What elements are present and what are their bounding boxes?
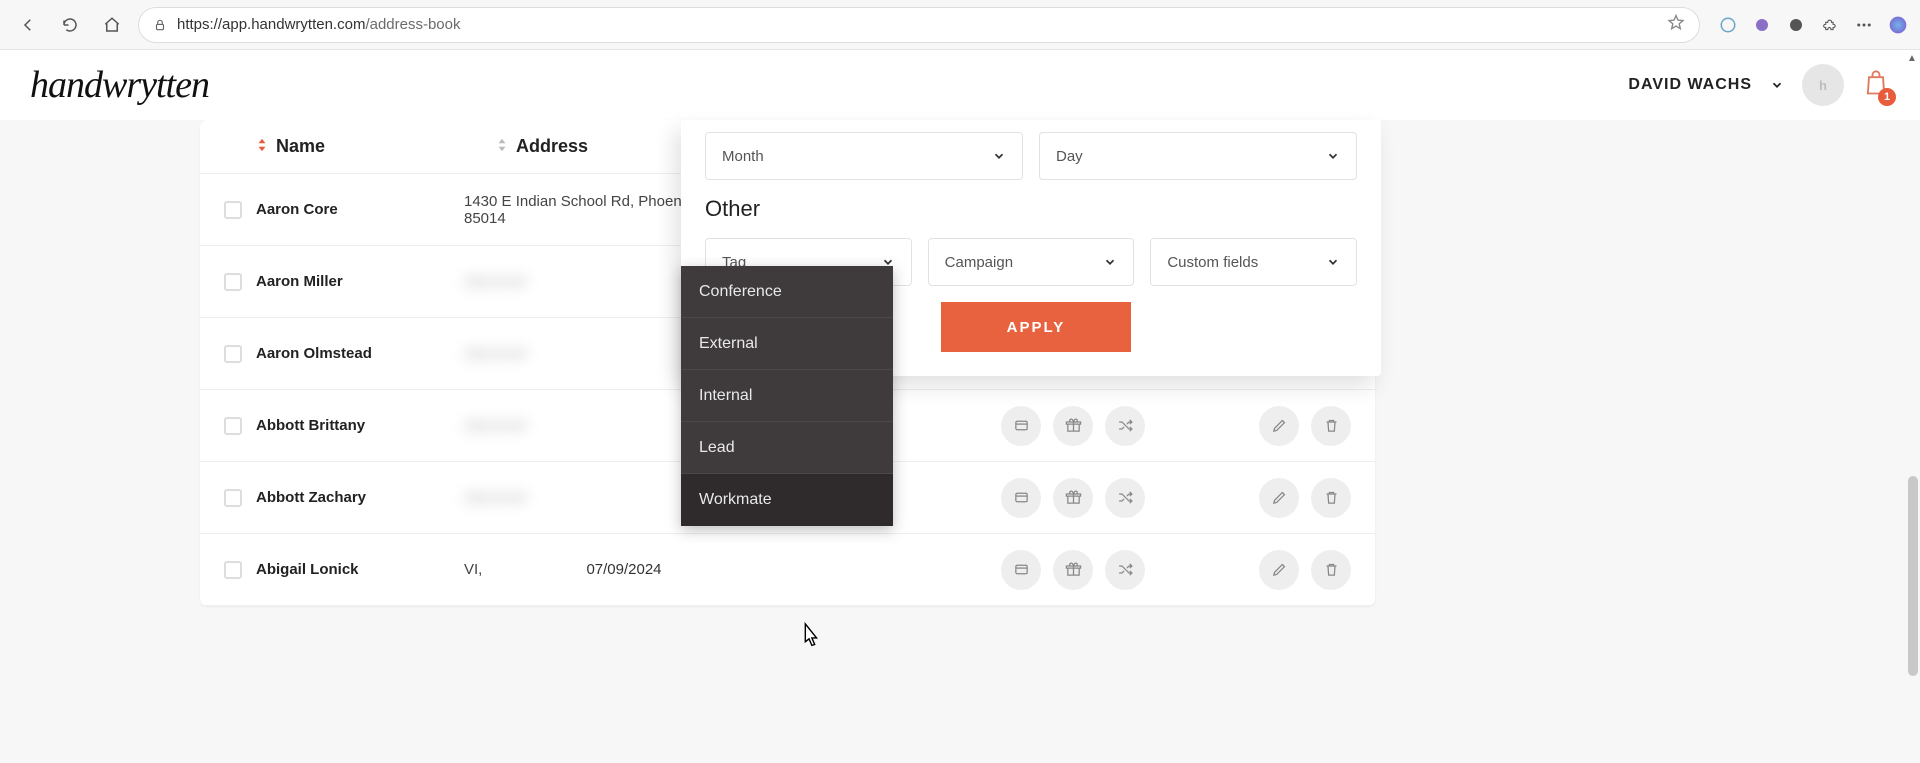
row-checkbox[interactable] (224, 417, 242, 435)
delete-action-icon[interactable] (1311, 406, 1351, 446)
contact-name: Abigail Lonick (256, 561, 464, 578)
campaign-label: Campaign (945, 254, 1013, 271)
delete-action-icon[interactable] (1311, 478, 1351, 518)
apply-button[interactable]: APPLY (941, 302, 1131, 352)
tag-option-internal[interactable]: Internal (681, 370, 893, 422)
edit-action-icon[interactable] (1259, 550, 1299, 590)
refresh-button[interactable] (54, 9, 86, 41)
user-menu-chevron-icon[interactable] (1770, 78, 1784, 92)
browser-toolbar: https://app.handwrytten.com/address-book (0, 0, 1920, 50)
card-action-icon[interactable] (1001, 550, 1041, 590)
contact-date: 07/09/2024 (544, 561, 704, 578)
extension-icon-1[interactable] (1718, 15, 1738, 35)
month-select[interactable]: Month (705, 132, 1023, 180)
chevron-down-icon (1326, 255, 1340, 269)
column-header-address[interactable]: Address (496, 136, 588, 157)
contact-address: VI, (464, 561, 544, 578)
url-host: https://app.handwrytten.com (177, 16, 365, 33)
contact-name: Abbott Zachary (256, 489, 464, 506)
delete-action-icon[interactable] (1311, 550, 1351, 590)
column-header-name[interactable]: Name (256, 136, 496, 157)
row-checkbox[interactable] (224, 345, 242, 363)
tag-option-lead[interactable]: Lead (681, 422, 893, 474)
url-path: /address-book (365, 16, 460, 33)
user-name: DAVID WACHS (1628, 76, 1752, 94)
chevron-down-icon (1326, 149, 1340, 163)
copilot-icon[interactable] (1888, 15, 1908, 35)
tag-option-conference[interactable]: Conference (681, 266, 893, 318)
month-label: Month (722, 148, 764, 165)
app-header: handwrytten DAVID WACHS h 1 (0, 50, 1920, 120)
sort-icon (256, 136, 268, 157)
shuffle-action-icon[interactable] (1105, 478, 1145, 518)
day-label: Day (1056, 148, 1083, 165)
edit-action-icon[interactable] (1259, 406, 1299, 446)
row-checkbox[interactable] (224, 201, 242, 219)
gift-action-icon[interactable] (1053, 550, 1093, 590)
day-select[interactable]: Day (1039, 132, 1357, 180)
shuffle-action-icon[interactable] (1105, 550, 1145, 590)
tag-option-external[interactable]: External (681, 318, 893, 370)
back-button[interactable] (12, 9, 44, 41)
card-action-icon[interactable] (1001, 406, 1041, 446)
scrollbar-thumb[interactable] (1908, 476, 1918, 676)
cart-button[interactable]: 1 (1862, 69, 1890, 102)
menu-dots-icon[interactable] (1854, 15, 1874, 35)
custom-fields-label: Custom fields (1167, 254, 1258, 271)
sort-icon (496, 136, 508, 157)
contact-name: Aaron Olmstead (256, 345, 464, 362)
campaign-select[interactable]: Campaign (928, 238, 1135, 286)
avatar[interactable]: h (1802, 64, 1844, 106)
card-action-icon[interactable] (1001, 478, 1041, 518)
tag-option-workmate[interactable]: Workmate (681, 474, 893, 526)
extension-icon-3[interactable] (1786, 15, 1806, 35)
chevron-down-icon (1103, 255, 1117, 269)
table-row[interactable]: Abigail Lonick VI, 07/09/2024 (200, 534, 1375, 606)
custom-fields-select[interactable]: Custom fields (1150, 238, 1357, 286)
chevron-down-icon (992, 149, 1006, 163)
cursor-pointer-icon (796, 622, 824, 657)
gift-action-icon[interactable] (1053, 406, 1093, 446)
contact-name: Aaron Miller (256, 273, 464, 290)
bookmark-icon[interactable] (1667, 14, 1685, 32)
edit-action-icon[interactable] (1259, 478, 1299, 518)
tag-dropdown: Conference External Internal Lead Workma… (681, 266, 893, 526)
gift-action-icon[interactable] (1053, 478, 1093, 518)
contact-name: Aaron Core (256, 201, 464, 218)
vertical-scrollbar[interactable] (1904, 50, 1920, 763)
row-checkbox[interactable] (224, 489, 242, 507)
row-checkbox[interactable] (224, 561, 242, 579)
extension-icon-2[interactable] (1752, 15, 1772, 35)
logo[interactable]: handwrytten (30, 63, 209, 107)
address-bar[interactable]: https://app.handwrytten.com/address-book (138, 7, 1700, 43)
row-checkbox[interactable] (224, 273, 242, 291)
other-heading: Other (705, 196, 1357, 222)
extensions-menu-icon[interactable] (1820, 15, 1840, 35)
lock-icon (153, 18, 167, 32)
home-button[interactable] (96, 9, 128, 41)
contact-name: Abbott Brittany (256, 417, 464, 434)
shuffle-action-icon[interactable] (1105, 406, 1145, 446)
cart-count-badge: 1 (1878, 88, 1896, 106)
